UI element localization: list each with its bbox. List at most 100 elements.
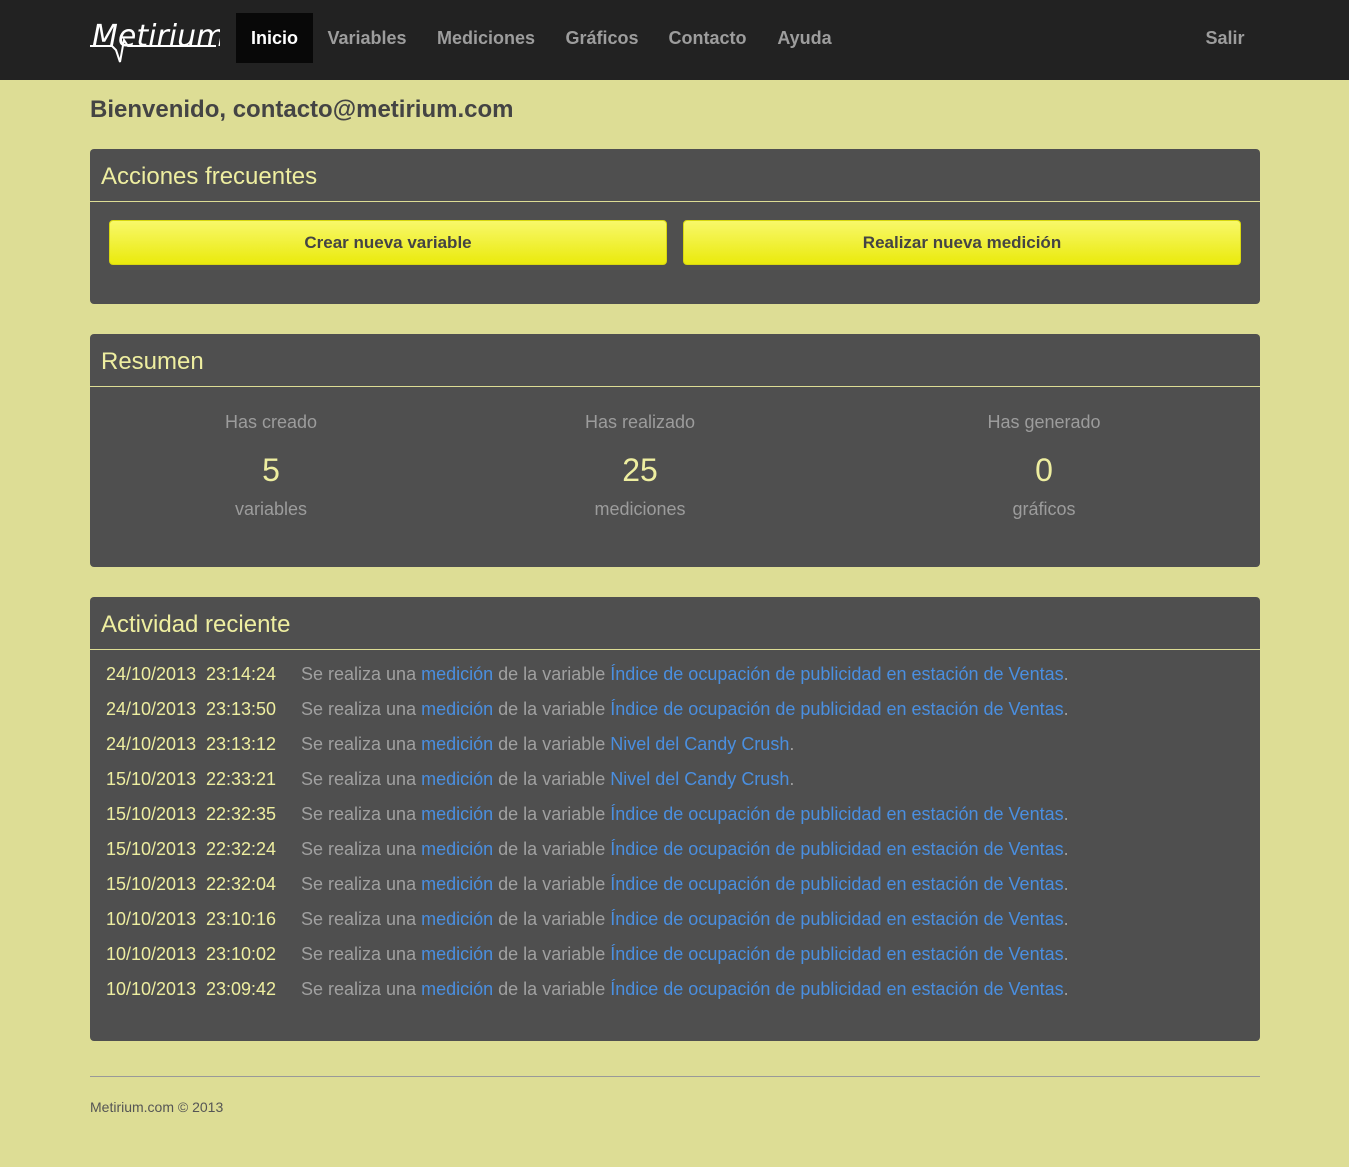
activity-middle: de la variable <box>498 839 606 859</box>
variable-link[interactable]: Nivel del Candy Crush <box>610 734 789 754</box>
activity-prefix: Se realiza una <box>301 909 417 929</box>
variable-link[interactable]: Índice de ocupación de publicidad en est… <box>610 664 1063 684</box>
activity-description: Se realiza una medición de la variable N… <box>301 768 794 790</box>
activity-suffix: . <box>1063 699 1069 719</box>
activity-middle: de la variable <box>498 874 606 894</box>
activity-date: 15/10/2013 <box>106 804 197 824</box>
stat-value: 0 <box>1035 452 1053 488</box>
activity-middle: de la variable <box>498 944 606 964</box>
measurement-link[interactable]: medición <box>421 909 493 929</box>
logout-link[interactable]: Salir <box>1190 13 1260 63</box>
measurement-link[interactable]: medición <box>421 734 493 754</box>
variable-link[interactable]: Índice de ocupación de publicidad en est… <box>610 699 1063 719</box>
activity-suffix: . <box>1063 664 1069 684</box>
measurement-link[interactable]: medición <box>421 769 493 789</box>
activity-middle: de la variable <box>498 699 606 719</box>
measurement-link[interactable]: medición <box>421 944 493 964</box>
activity-description: Se realiza una medición de la variable Í… <box>301 978 1069 1000</box>
activity-suffix: . <box>789 769 795 789</box>
activity-description: Se realiza una medición de la variable N… <box>301 733 794 755</box>
activity-middle: de la variable <box>498 734 606 754</box>
activity-middle: de la variable <box>498 804 606 824</box>
activity-row: 10/10/2013 23:09:42 Se realiza una medició… <box>106 978 1246 1013</box>
activity-prefix: Se realiza una <box>301 944 417 964</box>
activity-row: 10/10/2013 23:10:16 Se realiza una medició… <box>106 908 1246 943</box>
stat-unit: variables <box>234 499 308 519</box>
stat-label: Has generado <box>987 412 1101 432</box>
nav-variables[interactable]: Variables <box>313 13 421 63</box>
activity-date: 15/10/2013 <box>106 874 197 894</box>
brand-logo[interactable]: Metirium <box>90 16 220 66</box>
stat-unit: gráficos <box>1012 499 1076 519</box>
variable-link[interactable]: Índice de ocupación de publicidad en est… <box>610 874 1063 894</box>
new-measurement-button[interactable]: Realizar nueva medición <box>683 220 1241 265</box>
activity-time: 23:10:16 <box>206 909 277 929</box>
activity-prefix: Se realiza una <box>301 699 417 719</box>
stat-value: 25 <box>622 452 658 488</box>
activity-middle: de la variable <box>498 769 606 789</box>
actions-panel-title: Acciones frecuentes <box>101 163 318 190</box>
activity-date: 24/10/2013 <box>106 699 197 719</box>
svg-text:Metirium: Metirium <box>92 19 220 54</box>
summary-panel-title: Resumen <box>101 348 204 375</box>
activity-date: 10/10/2013 <box>106 979 197 999</box>
measurement-link[interactable]: medición <box>421 979 493 999</box>
measurement-link[interactable]: medición <box>421 804 493 824</box>
activity-time: 23:14:24 <box>206 664 277 684</box>
activity-prefix: Se realiza una <box>301 979 417 999</box>
activity-row: 10/10/2013 23:10:02 Se realiza una medició… <box>106 943 1246 978</box>
activity-panel-title: Actividad reciente <box>101 611 291 638</box>
activity-description: Se realiza una medición de la variable Í… <box>301 663 1069 685</box>
metirium-logo-icon: Metirium <box>90 19 220 63</box>
activity-time: 22:32:04 <box>206 874 277 894</box>
activity-date: 10/10/2013 <box>106 944 197 964</box>
measurement-link[interactable]: medición <box>421 699 493 719</box>
activity-row: 15/10/2013 22:32:24 Se realiza una medició… <box>106 838 1246 873</box>
activity-panel: Actividad reciente 24/10/2013 23:14:24 Se … <box>90 597 1260 1041</box>
activity-row: 15/10/2013 22:32:04 Se realiza una medició… <box>106 873 1246 908</box>
variable-link[interactable]: Índice de ocupación de publicidad en est… <box>610 839 1063 859</box>
nav-contacto[interactable]: Contacto <box>653 13 762 63</box>
measurement-link[interactable]: medición <box>421 874 493 894</box>
activity-time: 22:33:21 <box>206 769 277 789</box>
activity-suffix: . <box>1063 909 1069 929</box>
activity-row: 15/10/2013 22:33:21 Se realiza una medició… <box>106 768 1246 803</box>
welcome-heading: Bienvenido, contacto@metirium.com <box>90 96 514 123</box>
activity-prefix: Se realiza una <box>301 839 417 859</box>
activity-description: Se realiza una medición de la variable Í… <box>301 803 1069 825</box>
create-variable-button[interactable]: Crear nueva variable <box>109 220 667 265</box>
activity-suffix: . <box>1063 804 1069 824</box>
activity-suffix: . <box>1063 979 1069 999</box>
activity-middle: de la variable <box>498 979 606 999</box>
activity-suffix: . <box>1063 944 1069 964</box>
summary-panel-heading: Resumen <box>90 334 1260 387</box>
variable-link[interactable]: Índice de ocupación de publicidad en est… <box>610 909 1063 929</box>
activity-date: 15/10/2013 <box>106 769 197 789</box>
nav-graficos[interactable]: Gráficos <box>551 13 653 63</box>
footer-divider <box>90 1076 1260 1077</box>
variable-link[interactable]: Índice de ocupación de publicidad en est… <box>610 944 1063 964</box>
nav-mediciones[interactable]: Mediciones <box>421 13 551 63</box>
activity-time: 23:13:12 <box>206 734 277 754</box>
activity-prefix: Se realiza una <box>301 804 417 824</box>
variable-link[interactable]: Índice de ocupación de publicidad en est… <box>610 804 1063 824</box>
nav-ayuda[interactable]: Ayuda <box>762 13 847 63</box>
nav-inicio[interactable]: Inicio <box>236 13 313 63</box>
activity-date: 24/10/2013 <box>106 734 197 754</box>
activity-time: 23:10:02 <box>206 944 277 964</box>
variable-link[interactable]: Índice de ocupación de publicidad en est… <box>610 979 1063 999</box>
actions-panel-heading: Acciones frecuentes <box>90 149 1260 202</box>
activity-suffix: . <box>789 734 795 754</box>
activity-suffix: . <box>1063 839 1069 859</box>
top-navbar: Metirium Inicio Variables Mediciones Grá… <box>0 0 1349 80</box>
measurement-link[interactable]: medición <box>421 839 493 859</box>
stat-label: Has creado <box>224 412 318 432</box>
activity-list: 24/10/2013 23:14:24 Se realiza una medició… <box>106 663 1246 1013</box>
activity-row: 24/10/2013 23:14:24 Se realiza una medició… <box>106 663 1246 698</box>
activity-description: Se realiza una medición de la variable Í… <box>301 908 1069 930</box>
activity-prefix: Se realiza una <box>301 874 417 894</box>
measurement-link[interactable]: medición <box>421 664 493 684</box>
variable-link[interactable]: Nivel del Candy Crush <box>610 769 789 789</box>
activity-time: 23:13:50 <box>206 699 277 719</box>
activity-prefix: Se realiza una <box>301 664 417 684</box>
